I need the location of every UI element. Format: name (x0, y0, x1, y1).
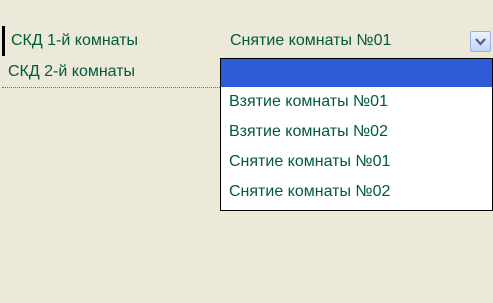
dropdown-option-arm-room1[interactable]: Взятие комнаты №01 (221, 87, 492, 117)
row-label-room1-text: СКД 1-й комнаты (11, 32, 139, 49)
chevron-down-icon (475, 37, 486, 46)
combobox-dropdown-list: Взятие комнаты №01 Взятие комнаты №02 Сн… (220, 58, 493, 211)
row-label-room1[interactable]: СКД 1-й комнаты (2, 26, 220, 56)
dropdown-option-disarm-room2[interactable]: Снятие комнаты №02 (221, 177, 492, 207)
dropdown-option-empty[interactable] (221, 59, 492, 87)
dropdown-option-disarm-room1[interactable]: Снятие комнаты №01 (221, 147, 492, 177)
row-label-room2[interactable]: СКД 2-й комнаты (2, 58, 220, 88)
room-action-combobox[interactable]: Снятие комнаты №01 (220, 24, 493, 58)
property-grid: СКД 1-й комнаты СКД 2-й комнаты Снятие к… (0, 0, 493, 303)
dropdown-option-arm-room2[interactable]: Взятие комнаты №02 (221, 117, 492, 147)
combobox-value: Снятие комнаты №01 (230, 32, 392, 49)
combobox-dropdown-button[interactable] (470, 31, 491, 52)
row-label-room2-text: СКД 2-й комнаты (8, 63, 136, 80)
